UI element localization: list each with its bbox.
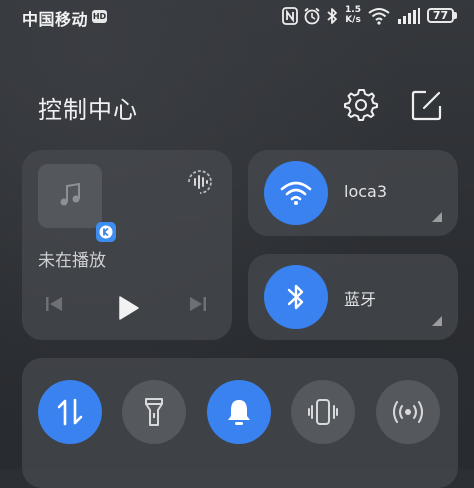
carrier-label: 中国移动 bbox=[22, 10, 89, 29]
vibrate-icon bbox=[308, 399, 338, 425]
vibrate-toggle[interactable] bbox=[291, 380, 355, 444]
bell-icon bbox=[228, 400, 250, 425]
edit-icon[interactable] bbox=[410, 88, 444, 122]
speed-value: 1.5 bbox=[345, 5, 361, 15]
bluetooth-label: 蓝牙 bbox=[344, 290, 377, 309]
wifi-icon bbox=[280, 181, 312, 205]
network-speed: 1.5 K/s bbox=[344, 5, 362, 25]
now-playing-status: 未在播放 bbox=[38, 251, 106, 271]
media-player-card[interactable]: 未在播放 bbox=[22, 150, 232, 340]
mobile-data-toggle[interactable] bbox=[38, 380, 102, 444]
k-app-icon bbox=[96, 222, 116, 242]
alarm-icon bbox=[304, 7, 320, 25]
hotspot-icon bbox=[393, 401, 423, 423]
flashlight-toggle[interactable] bbox=[122, 380, 186, 444]
flashlight-icon bbox=[145, 398, 163, 426]
next-icon[interactable] bbox=[188, 294, 208, 314]
page-title: 控制中心 bbox=[38, 96, 138, 124]
play-icon[interactable] bbox=[115, 295, 141, 321]
nfc-icon bbox=[282, 7, 298, 25]
wifi-network-name: loca3 bbox=[344, 182, 388, 201]
bluetooth-tile[interactable]: 蓝牙 bbox=[248, 254, 458, 340]
hotspot-toggle[interactable] bbox=[376, 380, 440, 444]
data-arrows-icon bbox=[57, 398, 83, 426]
ring-toggle[interactable] bbox=[207, 380, 271, 444]
audio-output-icon[interactable] bbox=[184, 166, 216, 198]
album-art bbox=[38, 164, 116, 242]
bluetooth-status-icon bbox=[327, 8, 337, 24]
battery-tip bbox=[454, 12, 457, 19]
bluetooth-icon bbox=[287, 284, 304, 310]
bluetooth-toggle[interactable] bbox=[264, 265, 328, 329]
status-bar: 中国移动 HD 1.5 K/s 77 bbox=[0, 0, 474, 34]
wifi-tile[interactable]: loca3 bbox=[248, 150, 458, 236]
bluetooth-expand-icon[interactable] bbox=[432, 316, 442, 326]
music-note-icon bbox=[60, 182, 80, 206]
wifi-toggle[interactable] bbox=[264, 161, 328, 225]
hd-badge: HD bbox=[92, 10, 107, 23]
battery-icon: 77 bbox=[427, 8, 454, 23]
wifi-status-icon bbox=[368, 8, 390, 25]
speed-unit: K/s bbox=[345, 15, 361, 25]
wifi-expand-icon[interactable] bbox=[432, 212, 442, 222]
previous-icon[interactable] bbox=[44, 294, 64, 314]
signal-icon bbox=[398, 8, 420, 24]
gear-icon[interactable] bbox=[344, 88, 378, 122]
